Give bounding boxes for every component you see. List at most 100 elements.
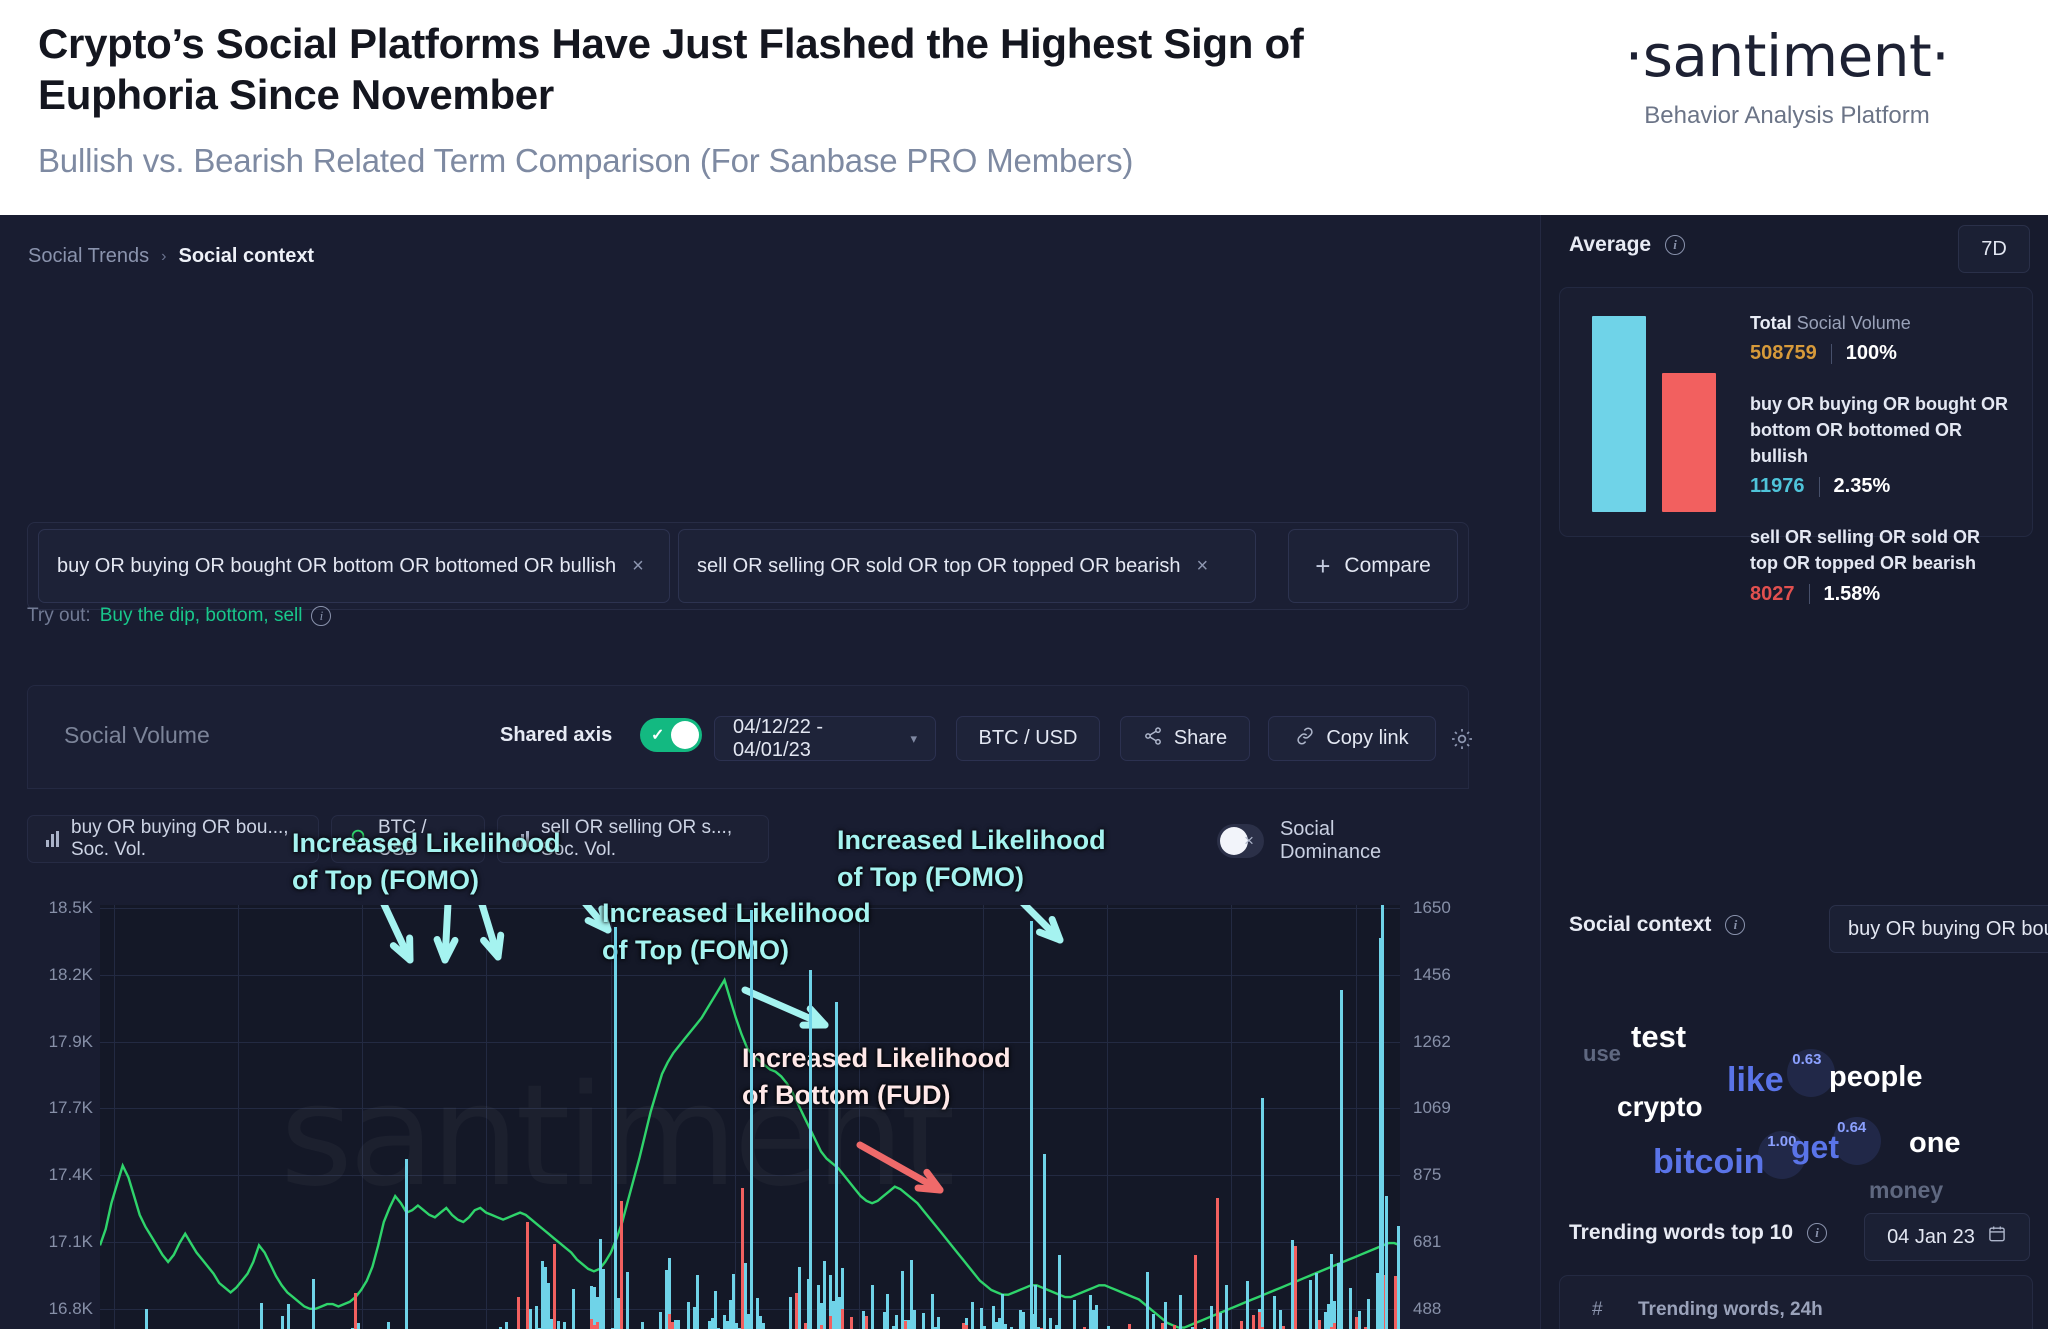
breadcrumb-social-trends[interactable]: Social Trends (28, 245, 149, 268)
toggle-knob (671, 721, 699, 749)
annotation-line-1: Increased Likelihood (742, 1043, 1011, 1073)
query-token-bearish-label: sell OR selling OR sold OR top OR topped… (697, 554, 1181, 577)
compare-button[interactable]: + Compare (1288, 529, 1458, 603)
bar-bullish (1043, 1154, 1047, 1329)
share-button[interactable]: Share (1120, 716, 1250, 761)
bar-bullish (1245, 1281, 1249, 1329)
try-out-label: Try out: (27, 605, 91, 626)
bar-bullish (356, 1322, 360, 1329)
info-icon[interactable]: i (1665, 235, 1686, 255)
logo-tagline: Behavior Analysis Platform (1644, 102, 1930, 129)
social-context-selector[interactable]: buy OR buying OR bought (1829, 905, 2048, 953)
average-bullish-pct: 2.35% (1833, 475, 1891, 498)
legend-chip-social-dominance[interactable]: × Social Dominance (1217, 818, 1398, 864)
close-icon[interactable]: × (1244, 831, 1254, 851)
close-icon[interactable]: × (1197, 555, 1209, 578)
average-stats: Total Social Volume 508759 100% buy OR b… (1750, 310, 2012, 606)
bar-bearish (1127, 1323, 1131, 1329)
shared-axis-label: Shared axis (500, 724, 613, 746)
average-title: Average (1569, 233, 1652, 256)
average-bearish-pct: 1.58% (1823, 582, 1881, 605)
y-axis-left-tick: 17.9K (48, 1031, 93, 1051)
wordcloud-word[interactable]: crypto (1617, 1091, 1703, 1123)
shared-axis-toggle[interactable]: ✓ (640, 718, 702, 752)
bar-bullish (1049, 1317, 1053, 1329)
social-context-wordcloud[interactable]: use test 0.63 like people crypto 1.00 bitcoin 0.… (1559, 961, 2033, 1203)
trending-words-header: Trending words top 10 i (1569, 1221, 1828, 1245)
social-volume-chart[interactable]: santiment 18.5K 18.2K 17.9K 17.7K 17.4K 17.1K… (27, 825, 1469, 1329)
chart-metric-title: Social Volume (64, 722, 210, 748)
bar-bearish (864, 1316, 868, 1329)
wordcloud-word[interactable]: people (1829, 1061, 1922, 1094)
wordcloud-word[interactable]: use (1583, 1041, 1621, 1067)
main-panel: Social Trends › Social context buy OR bu… (0, 215, 1540, 1329)
bar-bearish (1161, 1322, 1165, 1329)
try-out-suggestion[interactable]: Buy the dip, bottom, sell (100, 605, 303, 627)
average-range-button[interactable]: 7D (1958, 225, 2030, 273)
query-token-bearish[interactable]: sell OR selling OR sold OR top OR topped… (678, 529, 1256, 603)
asset-pair-button[interactable]: BTC / USD (956, 716, 1100, 761)
wordcloud-word[interactable]: one (1909, 1127, 1961, 1160)
close-icon[interactable]: × (632, 555, 644, 578)
annotation-line-1: Increased Likelihood (292, 828, 561, 858)
wordcloud-score: 0.64 (1837, 1119, 1867, 1136)
bar-bearish (1173, 1324, 1177, 1329)
social-context-header: Social context i (1569, 913, 1746, 937)
social-context-title: Social context (1569, 913, 1712, 936)
annotation-fomo-2: Increased Likelihood of Top (FOMO) (602, 895, 871, 970)
trending-words-table: # Trending words, 24h 1bonk2logan (1559, 1275, 2033, 1329)
date-range-button[interactable]: 04/12/22 - 04/01/23 ▾ (714, 716, 936, 761)
bar-bullish (1094, 1304, 1098, 1329)
info-icon[interactable]: i (1725, 915, 1746, 935)
gear-icon[interactable] (1440, 716, 1484, 761)
bar-bullish (601, 1269, 605, 1329)
breadcrumb-separator-icon: › (161, 247, 167, 265)
bar-bearish (804, 1322, 808, 1329)
bar-bullish (556, 1320, 560, 1329)
social-dominance-toggle[interactable]: × (1217, 824, 1264, 858)
y-axis-left-tick: 17.1K (48, 1231, 93, 1251)
bar-bullish (1034, 1284, 1038, 1329)
copy-link-button[interactable]: Copy link (1268, 716, 1436, 761)
social-dominance-label: Social Dominance (1279, 818, 1382, 863)
table-header-row: # Trending words, 24h (1560, 1276, 2032, 1329)
info-icon[interactable]: i (311, 606, 332, 626)
y-axis-right-tick: 1262 (1413, 1031, 1451, 1051)
app-window: Social Trends › Social context buy OR bu… (0, 215, 2048, 1329)
bar-bullish (695, 1275, 699, 1329)
annotation-fud-1: Increased Likelihood of Bottom (FUD) (742, 1040, 1011, 1115)
social-context-selector-label: buy OR buying OR bought (1848, 917, 2048, 940)
average-bearish-query: sell OR selling OR sold OR top OR topped… (1750, 527, 1981, 574)
annotation-fomo-1: Increased Likelihood of Top (FOMO) (292, 825, 561, 900)
y-axis-right-tick: 1069 (1413, 1098, 1451, 1118)
average-range-label: 7D (1981, 237, 2007, 260)
bar-bullish (713, 1291, 717, 1329)
chart-plot-area[interactable]: santiment (100, 905, 1400, 1329)
average-total-values: 508759 100% (1750, 342, 2012, 365)
bar-bullish (686, 1302, 690, 1329)
bar-bullish (1357, 1310, 1361, 1329)
wordcloud-word[interactable]: test (1631, 1019, 1686, 1055)
bar-bullish (529, 1309, 533, 1329)
wordcloud-word[interactable]: money (1869, 1177, 1943, 1204)
bar-bearish (740, 1188, 744, 1329)
info-icon[interactable]: i (1807, 1223, 1828, 1243)
bar-bullish (913, 1310, 917, 1329)
bar-bullish-spike (613, 926, 617, 1329)
bar-bearish (353, 1292, 357, 1329)
bar-bearish (1239, 1320, 1243, 1329)
wordcloud-word[interactable]: like (1727, 1061, 1784, 1100)
breadcrumb: Social Trends › Social context (28, 245, 314, 268)
bar-bullish (1384, 1196, 1388, 1329)
query-token-bullish[interactable]: buy OR buying OR bought OR bottom OR bot… (38, 529, 670, 603)
trending-date-label: 04 Jan 23 (1887, 1225, 1975, 1248)
plus-icon: + (1315, 551, 1331, 581)
wordcloud-word[interactable]: bitcoin (1653, 1143, 1764, 1182)
legend-chip-bullish[interactable]: buy OR buying OR bou..., Soc. Vol. (27, 815, 319, 863)
wordcloud-word[interactable]: get (1791, 1129, 1839, 1166)
trending-date-button[interactable]: 04 Jan 23 (1864, 1213, 2030, 1261)
chevron-down-icon: ▾ (910, 730, 917, 746)
annotation-fomo-3: Increased Likelihood of Top (FOMO) (837, 822, 1106, 897)
bar-bullish (571, 1289, 575, 1329)
bar-bullish (731, 1274, 735, 1329)
